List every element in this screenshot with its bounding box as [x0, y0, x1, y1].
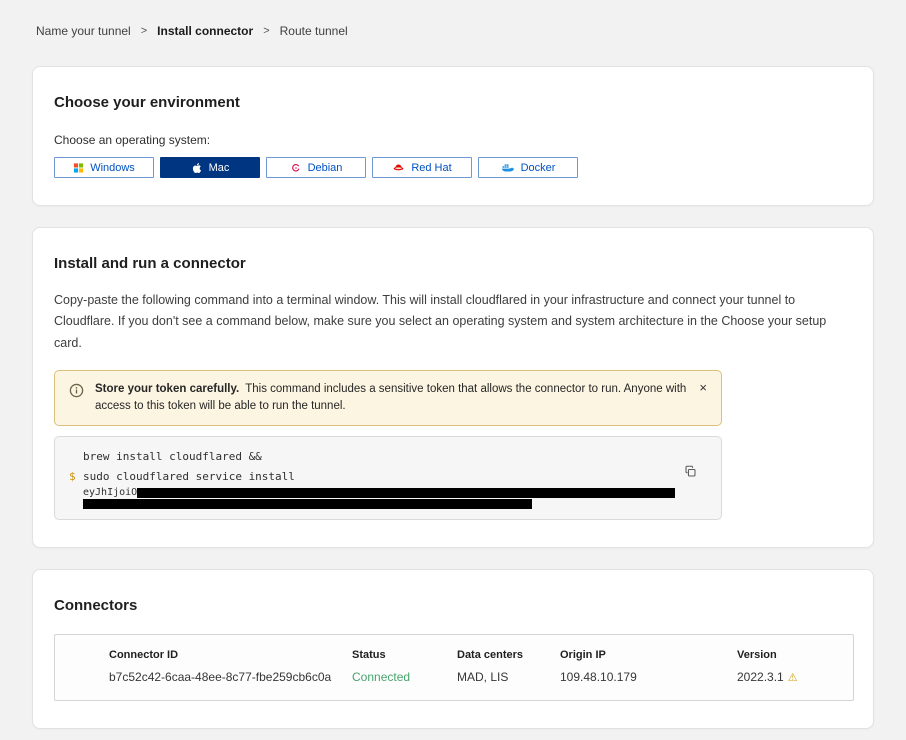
info-icon — [69, 381, 84, 416]
os-button-debian[interactable]: Debian — [266, 157, 366, 178]
header-origin-ip: Origin IP — [560, 649, 737, 661]
warning-text: Store your token carefully. This command… — [95, 381, 686, 416]
close-icon[interactable]: × — [697, 381, 709, 394]
apple-icon — [191, 162, 203, 174]
table-row: b7c52c42-6caa-48ee-8c77-fbe259cb6c0a Con… — [109, 670, 853, 684]
connectors-card-title: Connectors — [54, 597, 852, 614]
os-button-label: Windows — [90, 162, 135, 174]
environment-card: Choose your environment Choose an operat… — [32, 66, 874, 206]
os-button-redhat[interactable]: Red Hat — [372, 157, 472, 178]
breadcrumb-step-route-tunnel[interactable]: Route tunnel — [280, 24, 348, 38]
token-line — [69, 498, 681, 509]
breadcrumb-step-install-connector[interactable]: Install connector — [157, 24, 253, 38]
version-cell: 2022.3.1 ⚠ — [737, 670, 853, 684]
prompt-spacer — [69, 447, 83, 467]
origin-ip-cell: 109.48.10.179 — [560, 670, 737, 684]
token-prefix: eyJhIjoiO — [83, 487, 137, 498]
install-description: Copy-paste the following command into a … — [54, 290, 852, 354]
os-select-label: Choose an operating system: — [54, 133, 852, 147]
connector-id-cell: b7c52c42-6caa-48ee-8c77-fbe259cb6c0a — [109, 670, 352, 684]
warning-title: Store your token carefully. — [95, 383, 239, 395]
os-button-label: Mac — [209, 162, 230, 174]
data-centers-cell: MAD, LIS — [457, 670, 560, 684]
redacted-token-bar — [137, 488, 675, 498]
os-button-group: Windows Mac Debian — [54, 157, 852, 178]
windows-icon — [73, 162, 84, 173]
connectors-table: Connector ID Status Data centers Origin … — [54, 634, 854, 701]
code-line: $ sudo cloudflared service install — [69, 467, 681, 487]
os-button-label: Red Hat — [411, 162, 451, 174]
os-button-mac[interactable]: Mac — [160, 157, 260, 178]
debian-icon — [290, 162, 302, 174]
breadcrumb-separator: > — [263, 25, 269, 37]
shell-prompt: $ — [69, 467, 83, 487]
token-line: eyJhIjoiO — [69, 487, 681, 498]
status-badge: Connected — [352, 670, 457, 684]
install-card-title: Install and run a connector — [54, 255, 852, 272]
header-data-centers: Data centers — [457, 649, 560, 661]
breadcrumb-step-name-your-tunnel[interactable]: Name your tunnel — [36, 24, 131, 38]
code-line-2: sudo cloudflared service install — [83, 467, 295, 487]
os-button-label: Docker — [521, 162, 556, 174]
environment-card-title: Choose your environment — [54, 94, 852, 111]
code-line-1: brew install cloudflared && — [83, 447, 262, 467]
token-warning-banner: Store your token carefully. This command… — [54, 370, 722, 427]
install-command-code-block: brew install cloudflared && $ sudo cloud… — [54, 436, 722, 520]
table-header-row: Connector ID Status Data centers Origin … — [109, 649, 853, 661]
version-warning-icon: ⚠ — [788, 672, 798, 684]
breadcrumb-separator: > — [141, 25, 147, 37]
os-button-label: Debian — [308, 162, 343, 174]
redhat-icon — [392, 161, 405, 174]
code-line: brew install cloudflared && — [69, 447, 681, 467]
os-button-docker[interactable]: Docker — [478, 157, 578, 178]
version-value: 2022.3.1 — [737, 670, 784, 684]
connectors-card: Connectors Connector ID Status Data cent… — [32, 569, 874, 729]
redacted-token-bar — [83, 499, 532, 509]
header-version: Version — [737, 649, 853, 661]
header-connector-id: Connector ID — [109, 649, 352, 661]
header-status: Status — [352, 649, 457, 661]
tunnel-setup-page: Name your tunnel > Install connector > R… — [0, 0, 906, 740]
copy-icon[interactable] — [684, 465, 697, 478]
docker-icon — [501, 161, 515, 175]
os-button-windows[interactable]: Windows — [54, 157, 154, 178]
breadcrumb: Name your tunnel > Install connector > R… — [0, 0, 906, 38]
install-card: Install and run a connector Copy-paste t… — [32, 227, 874, 548]
